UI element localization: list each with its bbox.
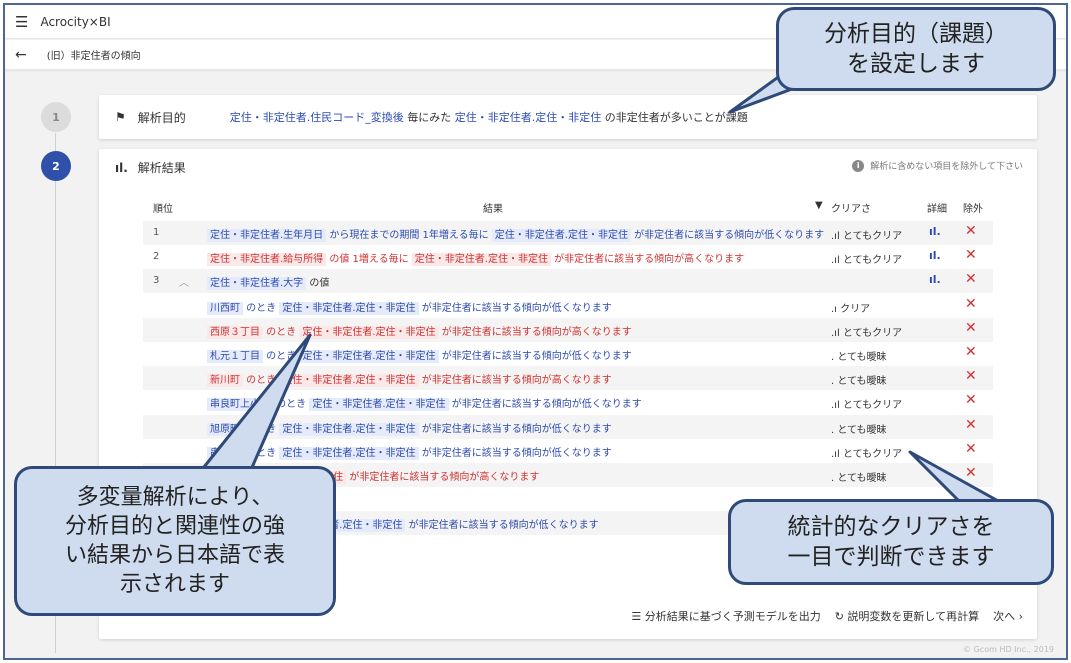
callout-purpose: 分析目的（課題） を設定します [776, 7, 1056, 91]
callout-analysis-line-4: 示されます [119, 572, 230, 598]
callout-purpose-line-1: 分析目的（課題） [824, 20, 1008, 47]
callout-analysis: 多変量解析により、 分析目的と関連性の強 い結果から日本語で表 示されます [14, 466, 336, 616]
callout-analysis-line-3: い結果から日本語で表 [64, 543, 285, 568]
callout-clarity: 統計的なクリアさを 一目で判断できます [728, 499, 1054, 585]
callout-clarity-line-1: 統計的なクリアさを [787, 513, 995, 540]
callout-clarity-line-2: 一目で判断できます [787, 544, 995, 570]
callout-purpose-line-2: を設定します [847, 51, 985, 77]
callout-analysis-line-2: 分析目的と関連性の強 [64, 513, 285, 539]
callout-analysis-line-1: 多変量解析により、 [76, 484, 274, 510]
